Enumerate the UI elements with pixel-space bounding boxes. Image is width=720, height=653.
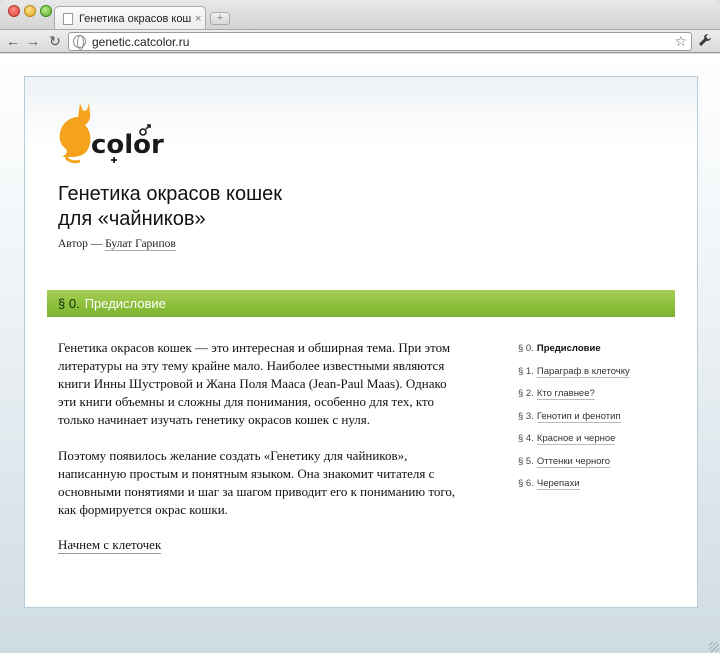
reload-icon[interactable]: ↻: [46, 32, 64, 50]
toc-number: § 2.: [518, 388, 534, 399]
paragraph: Поэтому появилось желание создать «Генет…: [58, 448, 456, 517]
toc-number: § 1.: [518, 365, 534, 377]
globe-icon: [73, 35, 86, 50]
page-viewport: color Генетика окрасов кошек для «чайник…: [0, 54, 720, 653]
next-chapter-link[interactable]: Начнем с клеточек: [58, 537, 162, 554]
logo-text: color: [91, 130, 164, 160]
toc-number: § 6.: [518, 478, 534, 489]
resize-grip[interactable]: [709, 642, 719, 652]
section-title: Предисловие: [84, 296, 166, 311]
toc-item[interactable]: § 6. Черепахи: [518, 478, 688, 501]
close-window-button[interactable]: [8, 5, 20, 17]
toc-link[interactable]: Кто главнее?: [536, 388, 595, 400]
toc-number: § 4.: [518, 433, 534, 444]
section-header: § 0. Предисловие: [47, 290, 675, 317]
toc-link: Предисловие: [536, 343, 601, 354]
content-card: color Генетика окрасов кошек для «чайник…: [24, 76, 698, 608]
page-title: Генетика окрасов кошек для «чайников»: [58, 183, 282, 230]
browser-window: Генетика окрасов кошек для «чайников» × …: [0, 0, 720, 653]
toc-item[interactable]: § 1. Параграф в клеточку: [518, 365, 688, 389]
toc-link[interactable]: Оттенки черного: [536, 455, 611, 468]
toc-item[interactable]: § 3. Генотип и фенотип: [518, 410, 688, 434]
title-bar: Генетика окрасов кошек для «чайников» × …: [0, 0, 720, 30]
tab-close-icon[interactable]: ×: [195, 13, 201, 25]
site-logo[interactable]: color: [58, 101, 168, 165]
author-link[interactable]: Булат Гарипов: [105, 238, 176, 251]
toc-item: § 0. Предисловие: [518, 343, 688, 366]
author-prefix: Автор —: [58, 238, 106, 250]
author-line: Автор — Булат Гарипов: [58, 238, 176, 251]
table-of-contents: § 0. Предисловие § 1. Параграф в клеточку § …: [518, 343, 688, 501]
back-arrow-icon[interactable]: ←: [4, 32, 22, 50]
toc-link[interactable]: Параграф в клеточку: [536, 365, 630, 378]
forward-arrow-icon[interactable]: →: [24, 32, 42, 50]
section-sign: § 0.: [58, 296, 80, 311]
page-icon: [63, 12, 73, 25]
maximize-window-button[interactable]: [40, 5, 52, 17]
address-bar[interactable]: genetic.catcolor.ru ☆: [68, 32, 692, 51]
toc-item[interactable]: § 2. Кто главнее?: [518, 388, 688, 411]
toc-number: § 5.: [518, 455, 534, 467]
toc-number: § 0.: [518, 343, 534, 354]
toc-number: § 3.: [518, 410, 534, 422]
wrench-menu-icon[interactable]: [698, 33, 712, 50]
toc-link[interactable]: Черепахи: [536, 478, 580, 490]
paragraph: Генетика окрасов кошек — это интересная …: [58, 340, 451, 427]
bookmark-star-icon[interactable]: ☆: [674, 33, 687, 50]
article-body: Генетика окрасов кошек — это интересная …: [58, 339, 468, 537]
toc-item[interactable]: § 4. Красное и черное: [518, 433, 688, 456]
tab-title: Генетика окрасов кошек для «чайников»: [79, 12, 191, 25]
toc-link[interactable]: Генотип и фенотип: [536, 410, 621, 423]
toc-link[interactable]: Красное и черное: [536, 433, 616, 445]
browser-toolbar: ← → ↻ genetic.catcolor.ru ☆: [0, 29, 720, 53]
new-tab-button[interactable]: +: [210, 12, 230, 25]
url-text[interactable]: genetic.catcolor.ru: [92, 35, 189, 49]
browser-tab[interactable]: Генетика окрасов кошек для «чайников» ×: [54, 6, 206, 30]
minimize-window-button[interactable]: [24, 5, 36, 17]
toc-item[interactable]: § 5. Оттенки черного: [518, 455, 688, 479]
